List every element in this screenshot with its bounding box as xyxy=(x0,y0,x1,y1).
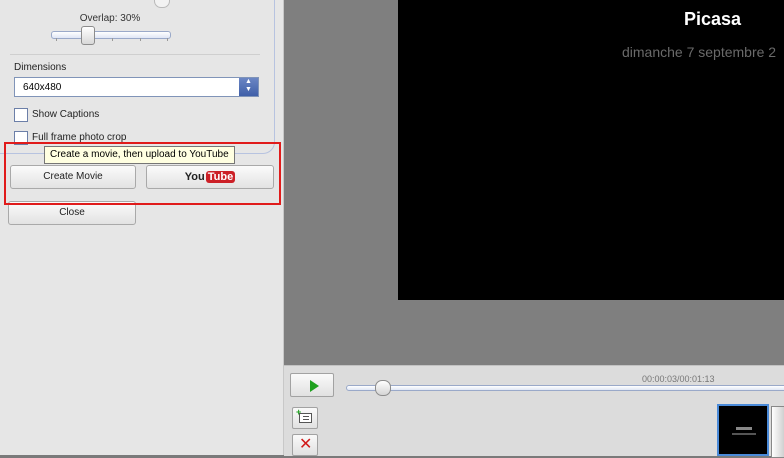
playback-bar: 00:00:03/00:01:13 + ✕ xyxy=(284,365,784,458)
delete-slide-button[interactable]: ✕ xyxy=(292,434,318,456)
divider xyxy=(10,54,260,55)
highlight-box xyxy=(4,142,281,205)
add-text-slide-button[interactable]: + xyxy=(292,407,318,429)
movie-settings-panel: Overlap: 30% Dimensions 640x480 ▲ ▼ Show … xyxy=(0,0,284,455)
plus-icon: + xyxy=(296,407,302,417)
dimensions-label: Dimensions xyxy=(14,62,67,73)
overlap-slider-tick xyxy=(112,38,113,41)
delete-icon: ✕ xyxy=(299,436,313,453)
thumbnail-subtitle-mark xyxy=(732,433,756,435)
show-captions-label: Show Captions xyxy=(32,109,100,120)
thumbnail-title-mark xyxy=(736,427,752,430)
overlap-slider-track[interactable] xyxy=(51,31,171,39)
preview-area: Picasa dimanche 7 septembre 2 xyxy=(284,0,784,365)
preview-title: Picasa xyxy=(684,9,742,29)
overlap-slider-tick xyxy=(167,38,168,41)
overlap-label: Overlap: 30% xyxy=(79,13,141,24)
time-readout: 00:00:03/00:01:13 xyxy=(642,374,715,384)
overlap-slider-thumb[interactable] xyxy=(81,26,95,45)
seek-slider-track[interactable] xyxy=(346,385,784,391)
select-arrows-icon: ▲ ▼ xyxy=(239,78,258,96)
play-icon xyxy=(310,380,319,392)
dimensions-select[interactable]: 640x480 ▲ ▼ xyxy=(14,77,259,97)
slide-thumbnail[interactable] xyxy=(771,406,784,458)
preview-subtitle: dimanche 7 septembre 2 xyxy=(622,44,777,60)
preview-screen: Picasa dimanche 7 septembre 2 xyxy=(398,0,784,300)
play-button[interactable] xyxy=(290,373,334,397)
overlap-slider-tick xyxy=(140,38,141,41)
seek-slider-thumb[interactable] xyxy=(375,380,391,396)
overlap-slider-tick xyxy=(56,38,57,41)
dimensions-value: 640x480 xyxy=(23,82,62,93)
show-captions-checkbox[interactable] xyxy=(14,108,28,122)
slide-thumbnail-selected[interactable] xyxy=(717,404,769,456)
